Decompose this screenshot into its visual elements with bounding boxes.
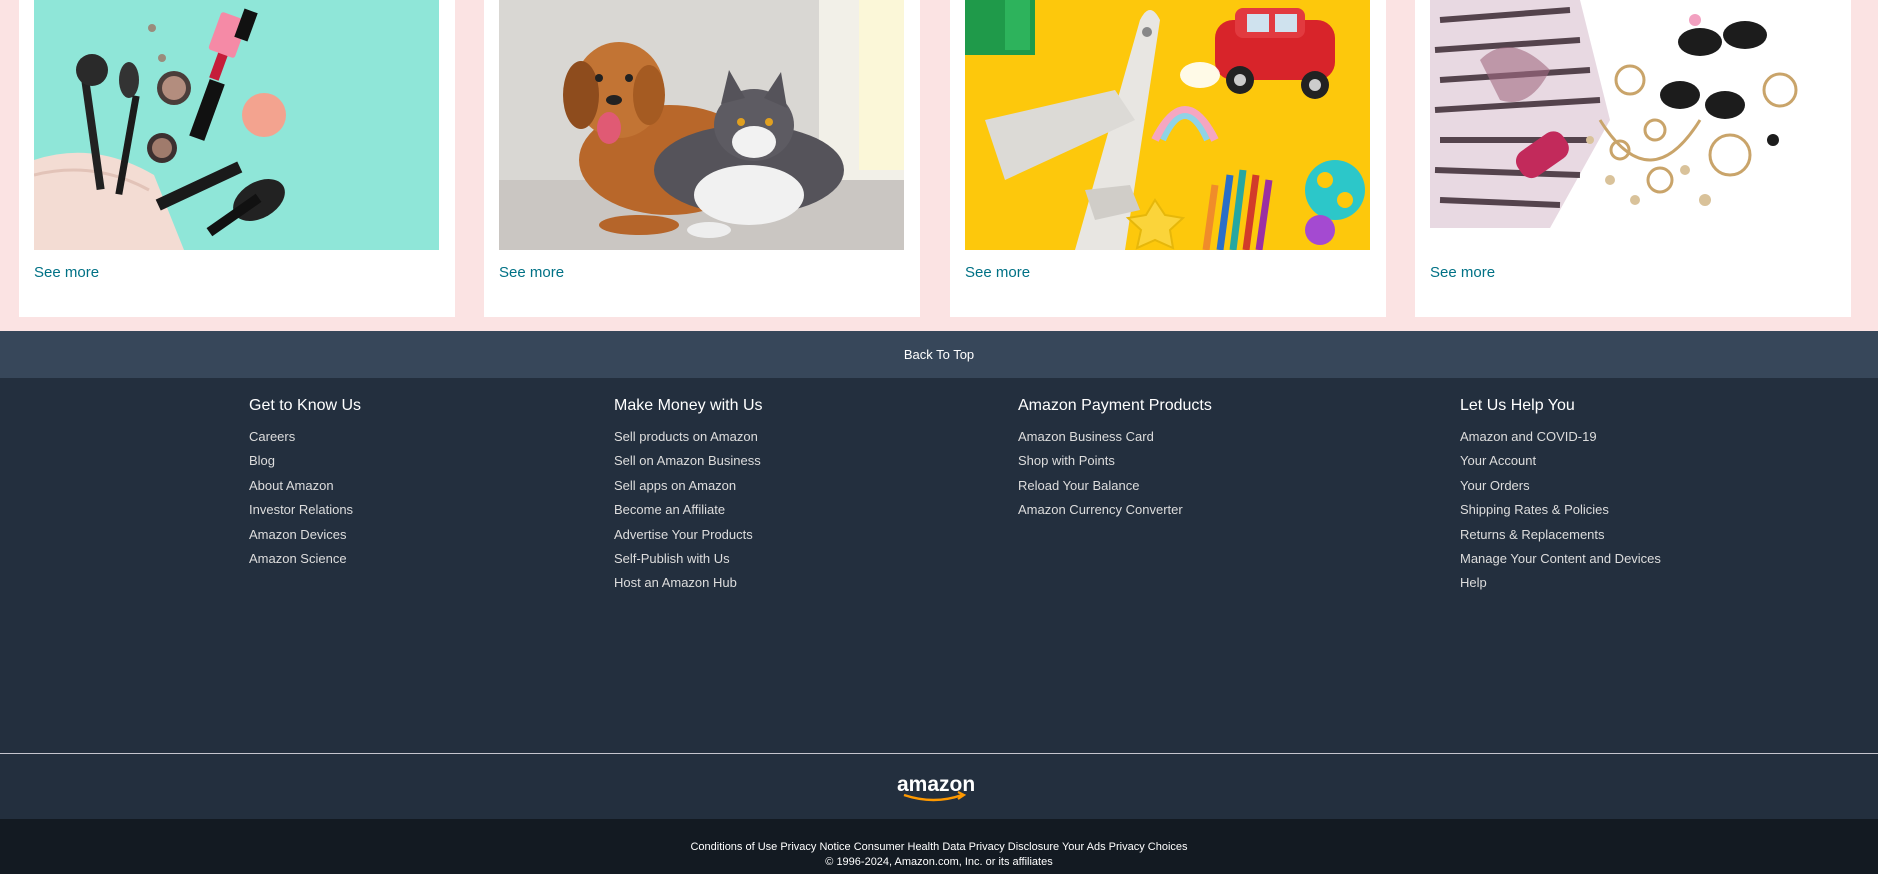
footer-link[interactable]: Amazon Devices — [249, 523, 361, 547]
footer-link[interactable]: Shipping Rates & Policies — [1460, 498, 1661, 522]
footer-link[interactable]: Self-Publish with Us — [614, 547, 763, 571]
footer-logo-band: amazon — [0, 754, 1878, 819]
footer-link[interactable]: Blog — [249, 449, 361, 473]
privacy-notice-link[interactable]: Privacy Notice — [780, 841, 850, 853]
footer-link[interactable]: Sell apps on Amazon — [614, 474, 763, 498]
footer-link[interactable]: Your Account — [1460, 449, 1661, 473]
footer-link[interactable]: Amazon Science — [249, 547, 361, 571]
footer-column-title: Get to Know Us — [249, 397, 362, 414]
footer-navigation: Get to Know Us Careers Blog About Amazon… — [0, 378, 1878, 753]
card-fashion: See more — [1415, 0, 1851, 317]
card-pets: See more — [484, 0, 920, 317]
category-cards: See more See more See more See more — [0, 0, 1878, 331]
footer-column-get-to-know-us: Get to Know Us Careers Blog About Amazon… — [249, 396, 361, 571]
see-more-link[interactable]: See more — [1430, 264, 1495, 281]
footer-link[interactable]: Sell on Amazon Business — [614, 449, 763, 473]
footer-link[interactable]: About Amazon — [249, 474, 361, 498]
card-toys: See more — [950, 0, 1386, 317]
footer-link[interactable]: Returns & Replacements — [1460, 523, 1661, 547]
see-more-link[interactable]: See more — [499, 264, 564, 281]
footer-link[interactable]: Sell products on Amazon — [614, 425, 763, 449]
footer-link[interactable]: Amazon Currency Converter — [1018, 498, 1212, 522]
footer-column-payment-products: Amazon Payment Products Amazon Business … — [1018, 396, 1212, 523]
footer-column-title: Let Us Help You — [1460, 397, 1575, 414]
footer-link[interactable]: Become an Affiliate — [614, 498, 763, 522]
consumer-health-data-link[interactable]: Consumer Health Data Privacy Disclosure — [854, 841, 1059, 853]
footer-link[interactable]: Host an Amazon Hub — [614, 571, 763, 595]
footer-link[interactable]: Investor Relations — [249, 498, 361, 522]
footer-column-title: Make Money with Us — [614, 397, 763, 414]
pets-image[interactable] — [499, 0, 904, 250]
see-more-link[interactable]: See more — [34, 264, 99, 281]
amazon-logo[interactable]: amazon — [896, 773, 976, 807]
footer-link[interactable]: Amazon and COVID-19 — [1460, 425, 1661, 449]
fashion-accessories-image[interactable] — [1430, 0, 1835, 250]
footer-link[interactable]: Your Orders — [1460, 474, 1661, 498]
footer-column-make-money: Make Money with Us Sell products on Amaz… — [614, 396, 763, 596]
ads-privacy-choices-link[interactable]: Your Ads Privacy Choices — [1062, 841, 1188, 853]
amazon-logo-text: amazon — [897, 774, 975, 796]
footer-link[interactable]: Reload Your Balance — [1018, 474, 1212, 498]
footer-column-help: Let Us Help You Amazon and COVID-19 Your… — [1460, 396, 1661, 596]
footer-link[interactable]: Amazon Business Card — [1018, 425, 1212, 449]
conditions-of-use-link[interactable]: Conditions of Use — [690, 841, 777, 853]
copyright-text: © 1996-2024, Amazon.com, Inc. or its aff… — [825, 856, 1053, 868]
see-more-link[interactable]: See more — [965, 264, 1030, 281]
toys-image[interactable] — [965, 0, 1370, 250]
legal-footer: Conditions of Use Privacy Notice Consume… — [0, 819, 1878, 874]
cosmetics-image[interactable] — [34, 0, 439, 250]
footer-column-title: Amazon Payment Products — [1018, 397, 1212, 414]
footer-link[interactable]: Careers — [249, 425, 361, 449]
legal-links: Conditions of Use Privacy Notice Consume… — [0, 819, 1878, 853]
back-to-top-button[interactable]: Back To Top — [0, 331, 1878, 378]
footer-link[interactable]: Manage Your Content and Devices — [1460, 547, 1661, 571]
footer-link[interactable]: Help — [1460, 571, 1661, 595]
card-beauty: See more — [19, 0, 455, 317]
footer-link[interactable]: Advertise Your Products — [614, 523, 763, 547]
footer-link[interactable]: Shop with Points — [1018, 449, 1212, 473]
